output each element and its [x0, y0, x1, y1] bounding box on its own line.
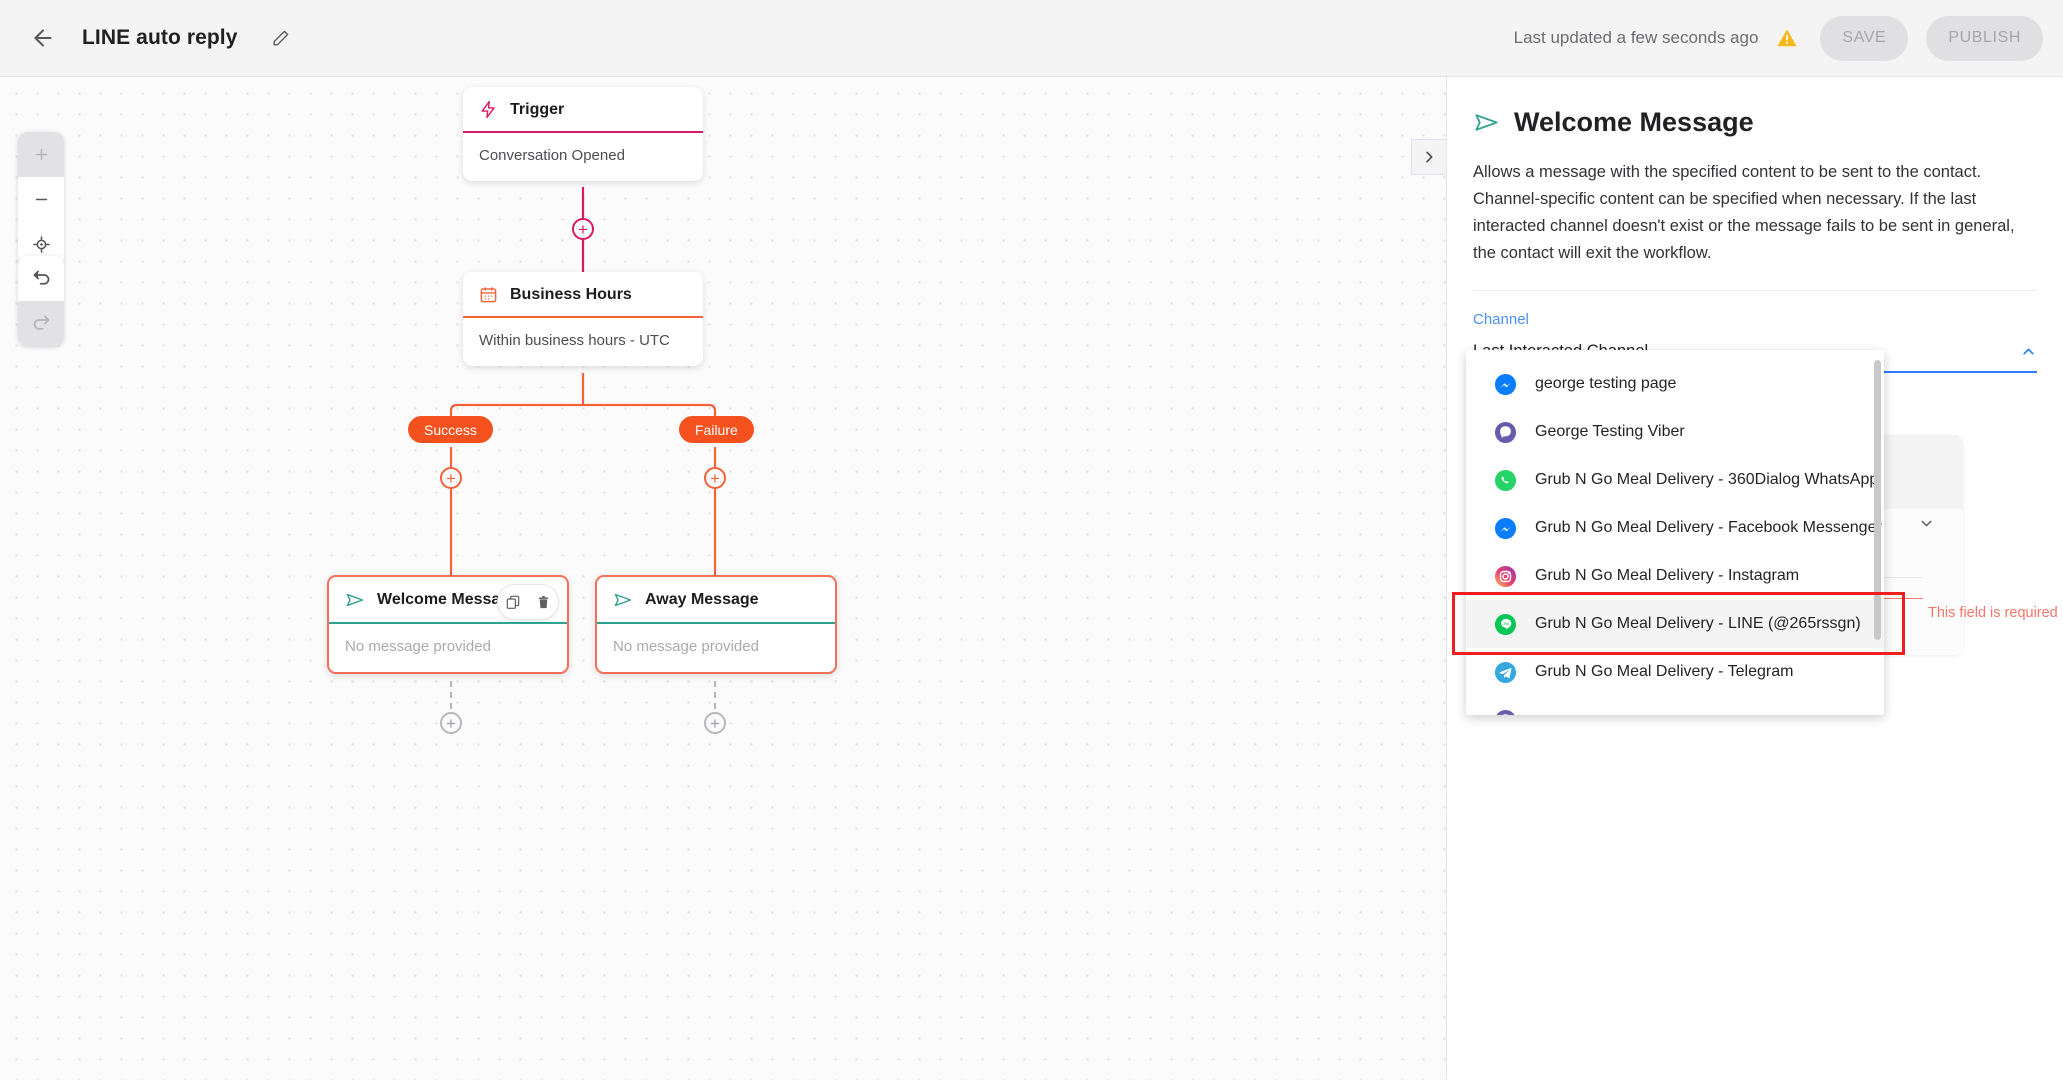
line-icon: LINE — [1494, 613, 1517, 636]
zoom-out-button[interactable] — [18, 177, 64, 222]
delete-node-button[interactable] — [536, 595, 551, 610]
dropdown-option-george-testing-viber[interactable]: George Testing Viber — [1466, 408, 1884, 456]
node-body-text: No message provided — [613, 638, 759, 655]
panel-header: Welcome Message — [1473, 107, 2037, 138]
plus-icon — [35, 148, 47, 161]
zoom-controls — [18, 132, 64, 267]
zoom-in-button[interactable] — [18, 132, 64, 177]
node-header: Away Message — [597, 577, 835, 622]
edit-title-button[interactable] — [260, 17, 302, 59]
panel-description: Allows a message with the specified cont… — [1473, 163, 2015, 262]
chevron-down-icon[interactable] — [1918, 515, 1935, 537]
dropdown-option-label: Grub N Go Meal Delivery - LINE (@265rssg… — [1535, 615, 1861, 632]
error-message: This field is required — [1928, 605, 2058, 621]
undo-button[interactable] — [18, 256, 64, 301]
add-node-button[interactable]: + — [704, 712, 726, 734]
flow-canvas[interactable]: Trigger Conversation Opened Business Hou… — [0, 77, 1447, 1080]
workflow-builder-app: LINE auto reply Last updated a few secon… — [0, 0, 2063, 1080]
top-bar: LINE auto reply Last updated a few secon… — [0, 0, 2063, 77]
telegram-icon — [1494, 661, 1517, 684]
messenger-icon — [1494, 517, 1517, 540]
add-node-button[interactable]: + — [440, 467, 462, 489]
page-title: LINE auto reply — [82, 26, 238, 49]
whatsapp-icon — [1494, 469, 1517, 492]
dropdown-option-line[interactable]: LINE Grub N Go Meal Delivery - LINE (@26… — [1466, 600, 1884, 648]
channel-field-label: Channel — [1473, 310, 1529, 328]
node-action-toolbar — [497, 584, 559, 620]
node-body-text: No message provided — [345, 638, 491, 655]
collapse-panel-button[interactable] — [1411, 139, 1447, 175]
node-body-text: Conversation Opened — [479, 147, 625, 164]
pencil-icon — [273, 30, 289, 46]
send-icon — [346, 593, 364, 607]
warning-triangle-icon[interactable] — [1776, 27, 1798, 49]
svg-text:LINE: LINE — [1502, 622, 1510, 626]
dropdown-option-telegram[interactable]: Grub N Go Meal Delivery - Telegram — [1466, 648, 1884, 696]
dropdown-option-label: Grub N Go Meal Delivery - 360Dialog What… — [1535, 471, 1879, 488]
send-icon — [614, 593, 632, 607]
dropdown-option-partial[interactable] — [1466, 696, 1884, 715]
dropdown-option-label: George Testing Viber — [1535, 423, 1685, 440]
node-header: Trigger — [463, 87, 703, 131]
add-node-button[interactable]: + — [572, 218, 594, 240]
back-button[interactable] — [20, 15, 66, 61]
messenger-icon — [1494, 373, 1517, 396]
copy-icon — [506, 595, 520, 609]
dropdown-option-facebook-messenger[interactable]: Grub N Go Meal Delivery - Facebook Messe… — [1466, 504, 1884, 552]
node-body-text: Within business hours - UTC — [479, 332, 670, 349]
publish-button[interactable]: PUBLISH — [1926, 15, 2043, 61]
save-button[interactable]: SAVE — [1820, 15, 1909, 61]
crosshair-icon — [32, 236, 50, 253]
dropdown-option-label: Grub N Go Meal Delivery - Instagram — [1535, 567, 1800, 584]
chevron-up-icon — [2020, 343, 2037, 360]
flow-node-business-hours[interactable]: Business Hours Within business hours - U… — [463, 272, 703, 366]
flow-node-trigger[interactable]: Trigger Conversation Opened — [463, 87, 703, 181]
minus-icon — [35, 198, 47, 201]
node-header: Business Hours — [463, 272, 703, 316]
dropdown-option-label: george testing page — [1535, 375, 1677, 392]
send-icon — [1475, 114, 1498, 131]
calendar-icon — [480, 287, 497, 303]
lightning-icon — [481, 100, 495, 119]
add-node-button[interactable]: + — [440, 712, 462, 734]
add-node-button[interactable]: + — [704, 467, 726, 489]
instagram-icon — [1494, 565, 1517, 588]
panel-divider — [1473, 289, 2037, 291]
redo-icon — [33, 315, 49, 330]
channel-dropdown[interactable]: george testing page George Testing Viber… — [1466, 350, 1884, 715]
flow-node-away-message[interactable]: Away Message No message provided — [595, 575, 837, 674]
dropdown-scrollbar[interactable] — [1874, 360, 1881, 640]
dropdown-option-george-testing-page[interactable]: george testing page — [1466, 360, 1884, 408]
node-title: Trigger — [510, 100, 565, 118]
chevron-right-icon — [1426, 151, 1433, 163]
node-title: Business Hours — [510, 285, 632, 303]
node-title: Away Message — [645, 591, 759, 608]
panel-title-text: Welcome Message — [1514, 107, 1754, 137]
branch-chip-success[interactable]: Success — [408, 416, 493, 443]
viber-icon — [1494, 421, 1517, 444]
trash-icon — [538, 595, 548, 608]
top-bar-actions: Last updated a few seconds ago SAVE PUBL… — [1513, 15, 2063, 61]
history-controls — [18, 256, 64, 346]
arrow-left-icon — [34, 29, 52, 47]
channel-dropdown-list[interactable]: george testing page George Testing Viber… — [1466, 350, 1884, 715]
last-updated-text: Last updated a few seconds ago — [1513, 28, 1759, 47]
redo-button[interactable] — [18, 301, 64, 346]
dropdown-option-label: Grub N Go Meal Delivery - Facebook Messe… — [1535, 519, 1882, 536]
dropdown-option-360dialog-whatsapp[interactable]: Grub N Go Meal Delivery - 360Dialog What… — [1466, 456, 1884, 504]
branch-chip-failure[interactable]: Failure — [679, 416, 754, 443]
dropdown-option-label: Grub N Go Meal Delivery - Telegram — [1535, 663, 1794, 680]
dropdown-option-instagram[interactable]: Grub N Go Meal Delivery - Instagram — [1466, 552, 1884, 600]
undo-icon — [33, 270, 49, 285]
viber-icon — [1494, 709, 1517, 715]
copy-node-button[interactable] — [505, 594, 521, 610]
